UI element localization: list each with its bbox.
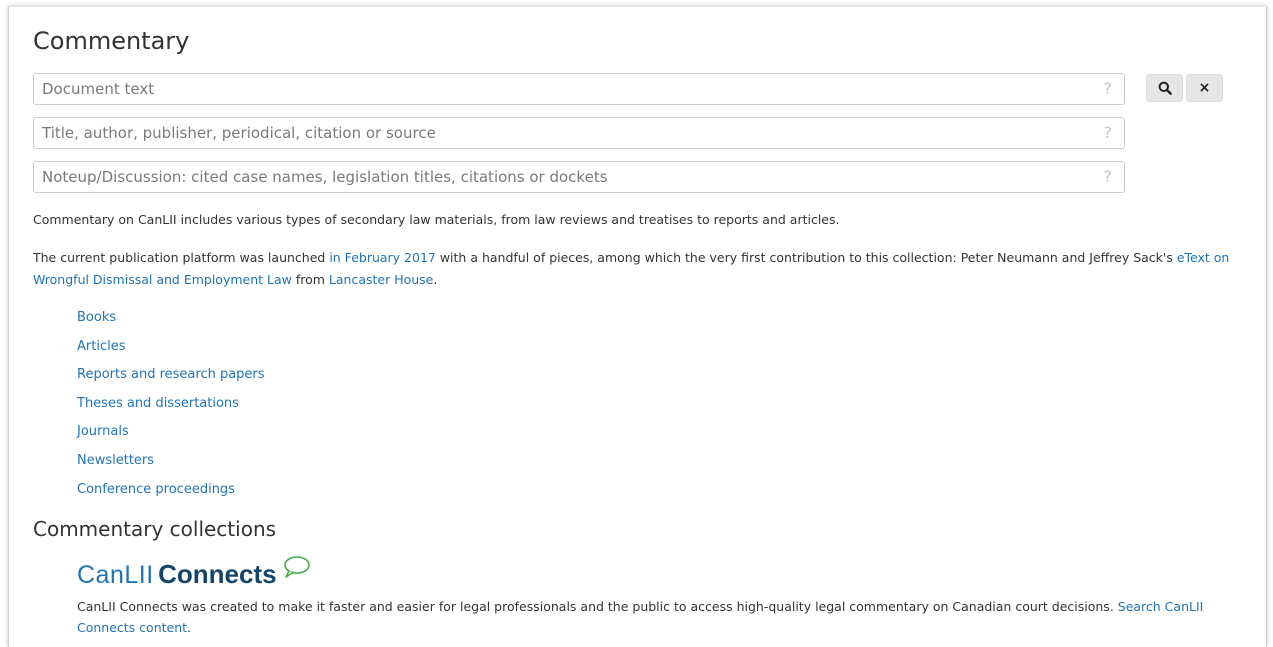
platform-paragraph: The current publication platform was lau… [33, 247, 1248, 291]
logo-canlii-text: CanLII [77, 561, 154, 589]
search-icon [1158, 81, 1172, 95]
conference-proceedings-link[interactable]: Conference proceedings [77, 482, 235, 497]
help-icon[interactable]: ? [1104, 124, 1113, 142]
search-button[interactable] [1146, 74, 1183, 102]
description-text: CanLII Connects was created to make it f… [77, 599, 1118, 614]
theses-link[interactable]: Theses and dissertations [77, 396, 239, 411]
february-2017-link[interactable]: in February 2017 [329, 250, 436, 265]
lancaster-house-link[interactable]: Lancaster House [329, 272, 433, 287]
journals-link[interactable]: Journals [77, 424, 129, 439]
canlii-connects-logo[interactable]: CanLII Connects [77, 556, 310, 593]
list-item: Conference proceedings [77, 479, 265, 508]
noteup-field[interactable]: ? [33, 161, 1125, 193]
commentary-types-list: Books Articles Reports and research pape… [77, 307, 265, 507]
list-item: Newsletters [77, 450, 265, 479]
title-author-field[interactable]: ? [33, 117, 1125, 149]
list-item: Journals [77, 421, 265, 450]
list-item: Reports and research papers [77, 364, 265, 393]
platform-text: . [433, 272, 438, 287]
platform-text: from [291, 272, 329, 287]
platform-text: The current publication platform was lau… [33, 250, 330, 265]
document-text-input[interactable] [34, 74, 1074, 104]
document-text-field[interactable]: ? [33, 73, 1125, 105]
collections-heading: Commentary collections [33, 517, 277, 541]
clear-button[interactable]: × [1186, 74, 1223, 102]
list-item: Articles [77, 336, 265, 365]
intro-paragraph: Commentary on CanLII includes various ty… [33, 212, 840, 227]
description-text: . [187, 620, 192, 635]
newsletters-link[interactable]: Newsletters [77, 453, 154, 468]
articles-link[interactable]: Articles [77, 339, 125, 354]
canlii-connects-description: CanLII Connects was created to make it f… [77, 596, 1217, 638]
help-icon[interactable]: ? [1104, 168, 1113, 186]
logo-connects-text: Connects [158, 559, 277, 589]
page-frame: Commentary ? ? ? × Commentary on CanLII … [8, 6, 1267, 647]
close-icon: × [1198, 80, 1211, 96]
page-title: Commentary [33, 27, 190, 55]
help-icon[interactable]: ? [1104, 80, 1113, 98]
title-author-input[interactable] [34, 118, 1074, 148]
speech-bubble-icon [284, 556, 310, 578]
reports-link[interactable]: Reports and research papers [77, 367, 265, 382]
list-item: Theses and dissertations [77, 393, 265, 422]
books-link[interactable]: Books [77, 310, 116, 325]
platform-text: with a handful of pieces, among which th… [435, 250, 1177, 265]
noteup-input[interactable] [34, 162, 1074, 192]
list-item: Books [77, 307, 265, 336]
